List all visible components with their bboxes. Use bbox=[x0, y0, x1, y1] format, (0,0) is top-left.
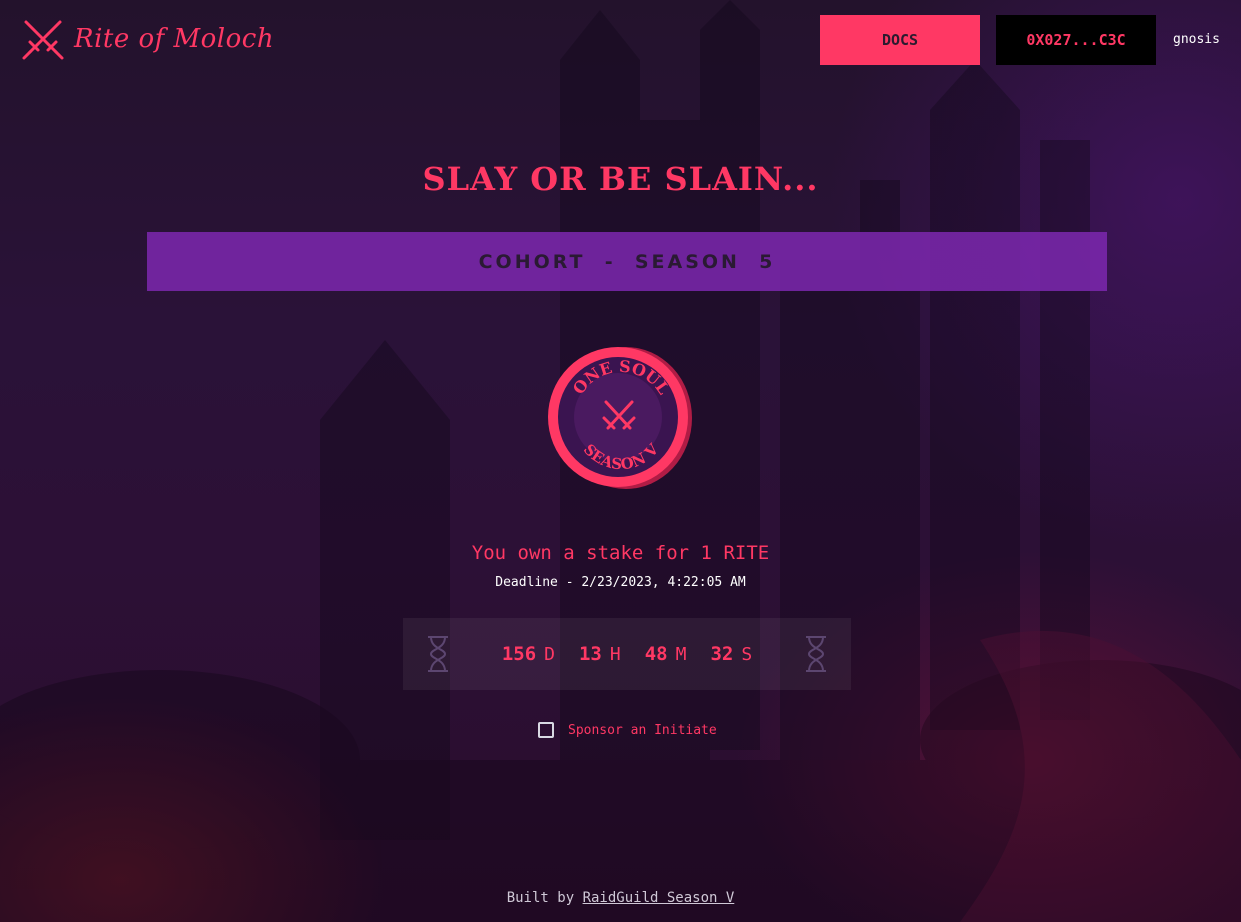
stake-text: You own a stake for 1 RITE bbox=[471, 542, 770, 564]
countdown-seconds: 32 S bbox=[710, 643, 752, 665]
minutes-value: 48 bbox=[644, 643, 668, 665]
crossed-swords-icon bbox=[22, 20, 64, 60]
countdown-timer: 156 D 13 H 48 M 32 S bbox=[403, 618, 851, 690]
days-value: 156 bbox=[501, 643, 537, 665]
footer: Built by RaidGuild Season V bbox=[0, 890, 1241, 906]
hourglass-icon bbox=[806, 636, 826, 672]
network-name: gnosis bbox=[1173, 32, 1220, 47]
app-logo[interactable]: Rite of Moloch bbox=[20, 16, 274, 62]
minutes-label: M bbox=[675, 644, 687, 665]
seconds-value: 32 bbox=[710, 643, 734, 665]
app-name: Rite of Moloch bbox=[74, 24, 275, 54]
cohort-label: COHORT - SEASON 5 bbox=[478, 250, 776, 273]
top-header: Rite of Moloch DOCS 0X027...C3C gnosis bbox=[0, 0, 1241, 80]
footer-prefix: Built by bbox=[506, 890, 575, 906]
countdown-minutes: 48 M bbox=[645, 643, 687, 665]
one-soul-coin-badge: ONE SOUL SEASON V bbox=[548, 347, 692, 489]
countdown-days: 156 D bbox=[502, 643, 555, 665]
hours-value: 13 bbox=[578, 643, 602, 665]
sponsor-initiate-toggle[interactable]: Sponsor an Initiate bbox=[538, 722, 717, 738]
raidguild-link[interactable]: RaidGuild Season V bbox=[583, 890, 735, 906]
countdown-hours: 13 H bbox=[579, 643, 621, 665]
hours-label: H bbox=[609, 644, 621, 665]
docs-button[interactable]: DOCS bbox=[820, 15, 980, 65]
sponsor-checkbox[interactable] bbox=[538, 722, 554, 738]
hero-title: SLAY OR BE SLAIN... bbox=[422, 160, 819, 198]
wallet-address-button[interactable]: 0X027...C3C bbox=[996, 15, 1156, 65]
deadline-text: Deadline - 2/23/2023, 4:22:05 AM bbox=[495, 575, 746, 590]
seconds-label: S bbox=[741, 644, 753, 665]
cohort-banner: COHORT - SEASON 5 bbox=[147, 232, 1107, 291]
sponsor-label: Sponsor an Initiate bbox=[568, 722, 717, 738]
days-label: D bbox=[544, 644, 555, 665]
